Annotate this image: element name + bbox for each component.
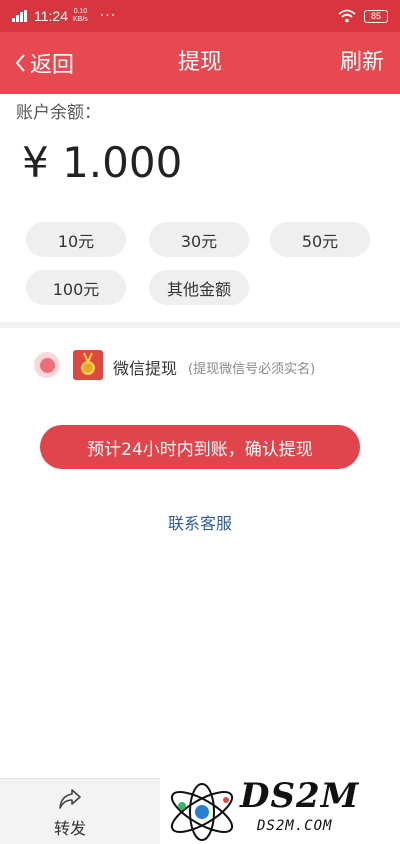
chevron-left-icon bbox=[15, 54, 25, 72]
withdraw-method-name: 微信提现 bbox=[113, 359, 178, 378]
signal-icon bbox=[12, 10, 28, 22]
refresh-button[interactable]: 刷新 bbox=[340, 32, 384, 94]
status-time: 11:24 bbox=[34, 8, 68, 24]
section-divider bbox=[0, 322, 400, 328]
amount-option-10[interactable]: 10元 bbox=[26, 222, 126, 257]
withdraw-method-note: (提现微信号必须实名) bbox=[188, 362, 316, 377]
share-label: 转发 bbox=[53, 819, 86, 838]
balance-label: 账户余额： bbox=[16, 103, 101, 123]
withdraw-method-wechat[interactable]: 微信提现 (提现微信号必须实名) bbox=[0, 346, 400, 386]
amount-option-30[interactable]: 30元 bbox=[149, 222, 249, 257]
amount-option-50[interactable]: 50元 bbox=[270, 222, 370, 257]
balance-amount: ¥ 1.000 bbox=[22, 138, 183, 187]
more-status-icon: ··· bbox=[99, 8, 117, 24]
watermark-title: DS2M bbox=[240, 776, 360, 816]
watermark-subtitle: DS2M.COM bbox=[257, 818, 333, 834]
confirm-withdraw-button[interactable]: 预计24小时内到账，确认提现 bbox=[40, 425, 360, 469]
network-rate: 0.10 KB/s bbox=[73, 8, 88, 23]
share-icon bbox=[59, 789, 81, 809]
status-bar: 11:24 0.10 KB/s ··· 85 bbox=[0, 0, 400, 32]
wechat-reward-icon bbox=[73, 350, 103, 380]
wifi-icon bbox=[338, 9, 356, 23]
share-button[interactable]: 转发 bbox=[40, 785, 100, 839]
amount-option-other[interactable]: 其他金额 bbox=[149, 270, 249, 305]
atom-logo-icon bbox=[170, 783, 234, 841]
bottom-bar: 转发 bbox=[0, 778, 160, 844]
back-label: 返回 bbox=[30, 53, 75, 78]
battery-icon: 85 bbox=[364, 9, 388, 23]
amount-option-100[interactable]: 100元 bbox=[26, 270, 126, 305]
watermark: DS2M DS2M.COM bbox=[162, 776, 400, 844]
customer-service-link[interactable]: 联系客服 bbox=[0, 510, 400, 534]
radio-selected-icon[interactable] bbox=[34, 352, 60, 378]
back-button[interactable]: 返回 bbox=[14, 32, 74, 94]
nav-bar: 返回 提现 刷新 bbox=[0, 32, 400, 94]
